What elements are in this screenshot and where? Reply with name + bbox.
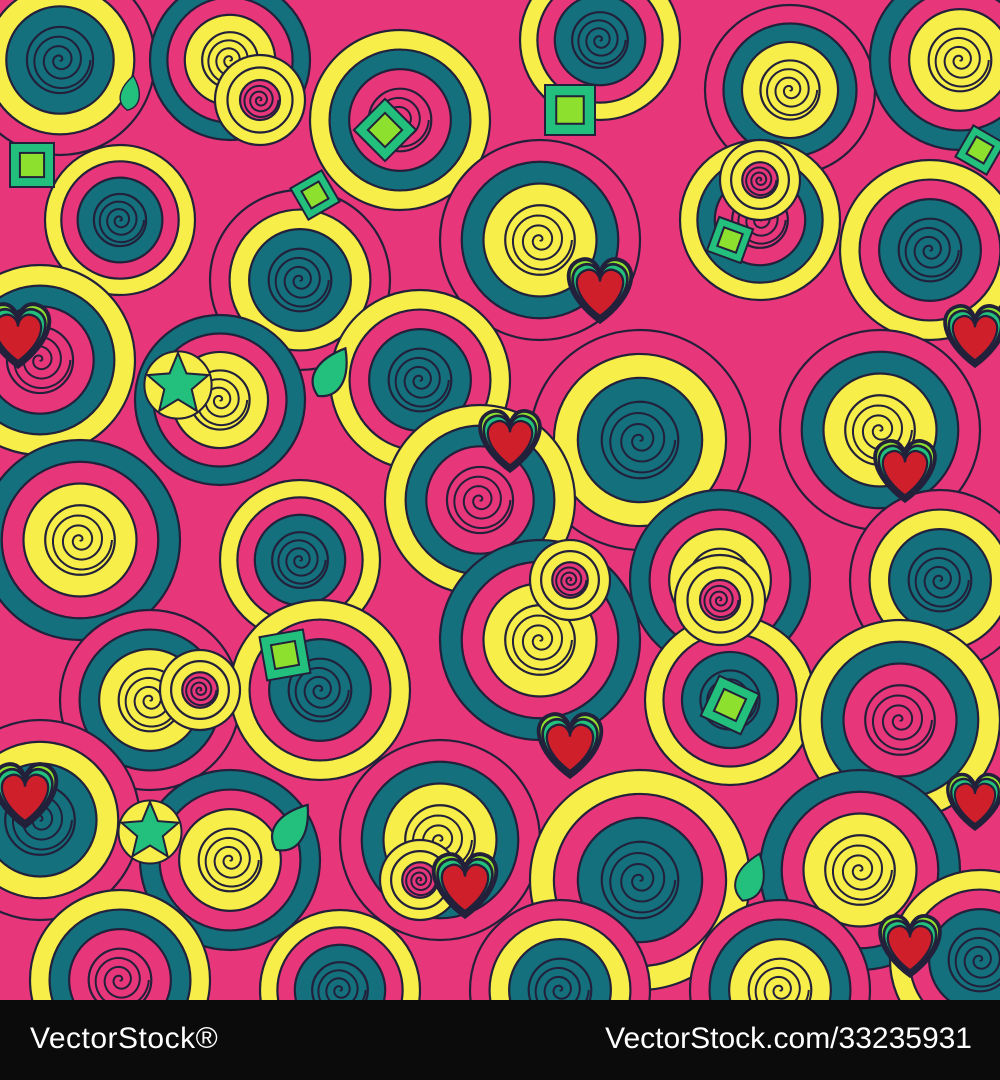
spiral-icon <box>528 538 612 622</box>
watermark-bar: VectorStock® VectorStock.com/33235931 <box>0 1000 1000 1080</box>
watermark-url: VectorStock.com/33235931 <box>605 1022 972 1055</box>
vectorstock-brand: VectorStock <box>30 1022 196 1055</box>
swirl-pattern-image <box>0 0 1000 1000</box>
spiral-icon <box>228 598 412 782</box>
square-icon <box>258 628 312 682</box>
spiral-icon <box>213 53 307 147</box>
spiral-icon <box>158 648 242 732</box>
spiral-icon <box>673 553 767 647</box>
pattern-canvas <box>0 0 1000 1000</box>
square-icon <box>9 142 55 188</box>
star-icon <box>143 350 213 420</box>
registered-mark: ® <box>195 1022 219 1055</box>
spiral-icon <box>718 138 802 222</box>
vectorstock-logo: VectorStock® <box>30 1022 218 1056</box>
square-icon <box>544 84 596 136</box>
star-icon <box>117 799 183 865</box>
